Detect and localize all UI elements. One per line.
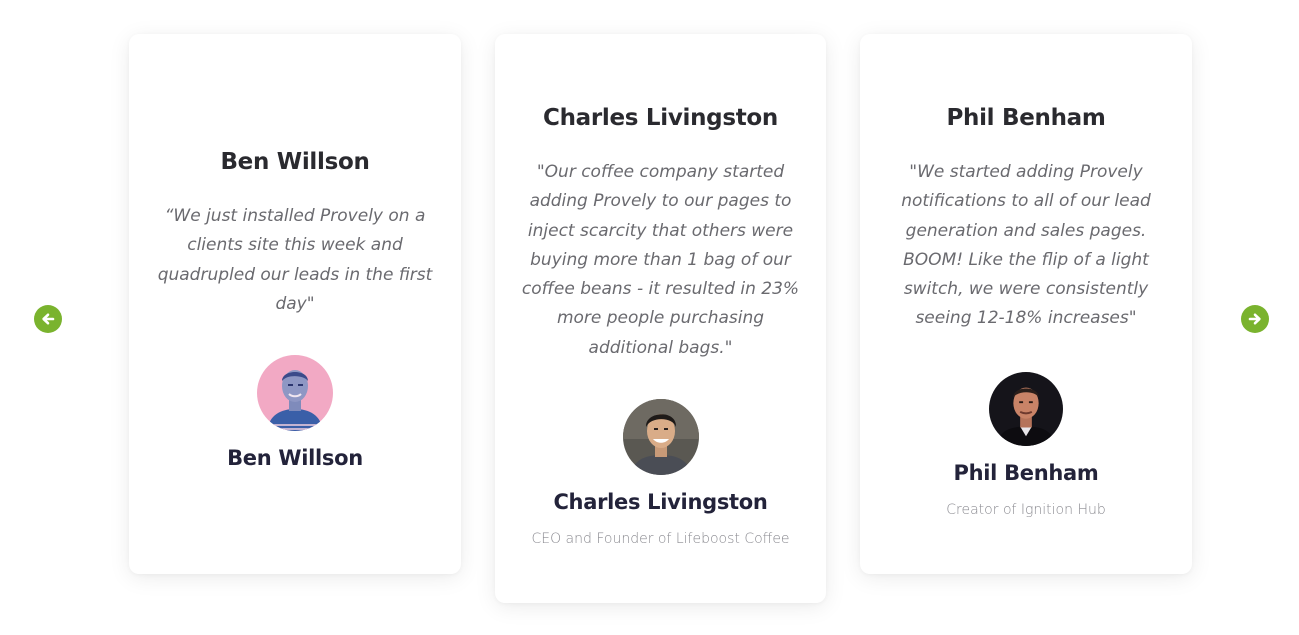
testimonial-name: Ben Willson bbox=[227, 446, 363, 471]
testimonial-quote: “We just installed Provely on a clients … bbox=[157, 206, 433, 314]
avatar-phil-benham bbox=[989, 371, 1063, 446]
arrow-right-circle-icon bbox=[1248, 313, 1261, 325]
testimonial-role: CEO and Founder of Lifeboost Coffee bbox=[531, 531, 790, 548]
testimonial-title: Ben Willson bbox=[220, 149, 370, 175]
carousel-next-button[interactable] bbox=[1241, 305, 1269, 333]
testimonial-title: Phil Benham bbox=[946, 105, 1106, 131]
testimonial-name: Charles Livingston bbox=[553, 490, 768, 515]
testimonial-card: Ben Willson “We just installed Provely o… bbox=[129, 34, 461, 574]
avatar-charles-livingston bbox=[622, 399, 699, 476]
testimonial-carousel: Ben Willson “We just installed Provely o… bbox=[0, 0, 1299, 635]
avatar bbox=[622, 399, 699, 476]
testimonial-card: Phil Benham "We started adding Provely n… bbox=[860, 34, 1192, 574]
testimonial-quote: "Our coffee company started adding Prove… bbox=[521, 162, 800, 358]
arrow-left-circle-icon bbox=[42, 313, 55, 325]
avatar-ben-willson bbox=[257, 355, 333, 432]
testimonial-title: Charles Livingston bbox=[542, 105, 778, 131]
testimonial-card: Charles Livingston "Our coffee company s… bbox=[495, 34, 826, 603]
carousel-prev-button[interactable] bbox=[34, 305, 62, 333]
testimonial-role: Creator of Ignition Hub bbox=[946, 501, 1106, 518]
avatar bbox=[257, 355, 333, 432]
avatar bbox=[989, 371, 1063, 446]
testimonial-name: Phil Benham bbox=[953, 460, 1099, 485]
testimonial-quote: "We started adding Provely notifications… bbox=[901, 162, 1151, 329]
